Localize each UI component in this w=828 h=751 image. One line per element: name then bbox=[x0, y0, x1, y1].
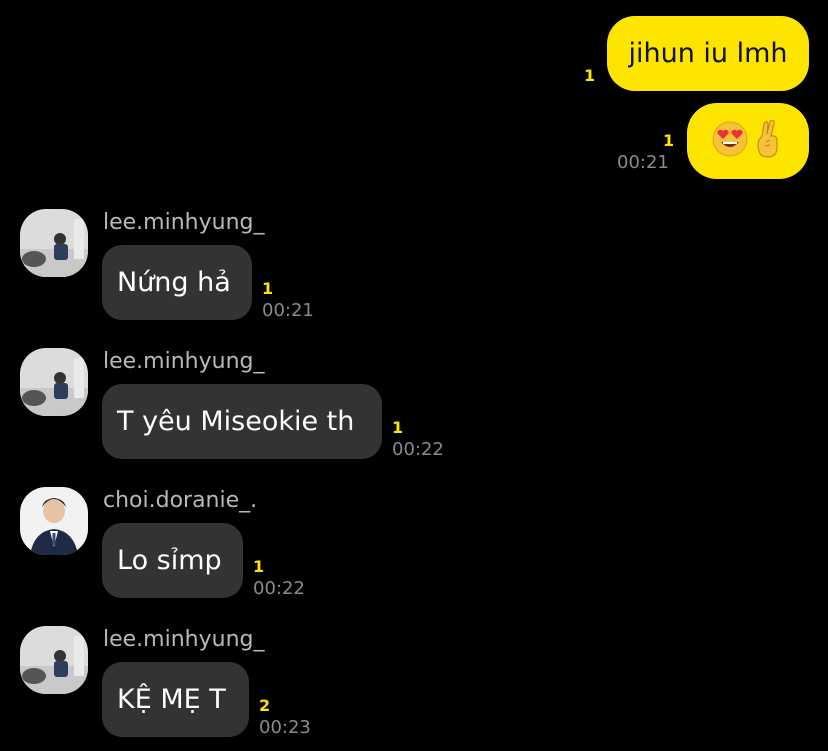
message-time: 00:21 bbox=[262, 300, 314, 321]
heart-eyes-emoji-icon bbox=[712, 121, 748, 162]
sender-name: lee.minhyung_ bbox=[103, 210, 265, 235]
message-text: Lo sỉmp bbox=[117, 545, 222, 576]
incoming-message-bubble[interactable]: Nứng hả bbox=[102, 245, 252, 320]
chat-room: 1 jihun iu lmh 1 00:21 lee.minhyung_ Nứn… bbox=[0, 0, 828, 751]
sender-name: choi.doranie_. bbox=[103, 488, 258, 513]
message-text: Nứng hả bbox=[117, 267, 231, 298]
message-time: 00:23 bbox=[259, 717, 311, 738]
message-text: jihun iu lmh bbox=[628, 38, 788, 69]
avatar-choi-doranie[interactable] bbox=[20, 487, 88, 555]
avatar-lee-minhyung[interactable] bbox=[20, 209, 88, 277]
unread-count: 1 bbox=[663, 131, 675, 150]
avatar-lee-minhyung[interactable] bbox=[20, 348, 88, 416]
message-text: KỆ MẸ T bbox=[117, 684, 226, 715]
unread-count: 2 bbox=[259, 696, 271, 715]
incoming-message-bubble[interactable]: T yêu Miseokie th bbox=[102, 384, 382, 459]
sender-name: lee.minhyung_ bbox=[103, 627, 265, 652]
unread-count: 1 bbox=[253, 557, 265, 576]
incoming-message-bubble[interactable]: KỆ MẸ T bbox=[102, 662, 249, 737]
message-time: 00:22 bbox=[392, 439, 444, 460]
sender-name: lee.minhyung_ bbox=[103, 349, 265, 374]
incoming-message-bubble[interactable]: Lo sỉmp bbox=[102, 523, 243, 598]
message-time: 00:21 bbox=[617, 152, 669, 173]
crossed-fingers-emoji-icon bbox=[754, 119, 784, 163]
message-time: 00:22 bbox=[253, 578, 305, 599]
avatar-lee-minhyung[interactable] bbox=[20, 626, 88, 694]
unread-count: 1 bbox=[262, 279, 274, 298]
unread-count: 1 bbox=[392, 418, 404, 437]
message-text: T yêu Miseokie th bbox=[117, 406, 355, 437]
unread-count: 1 bbox=[584, 66, 596, 85]
outgoing-message-bubble[interactable]: jihun iu lmh bbox=[607, 16, 809, 91]
outgoing-emoji-bubble[interactable] bbox=[687, 103, 809, 179]
